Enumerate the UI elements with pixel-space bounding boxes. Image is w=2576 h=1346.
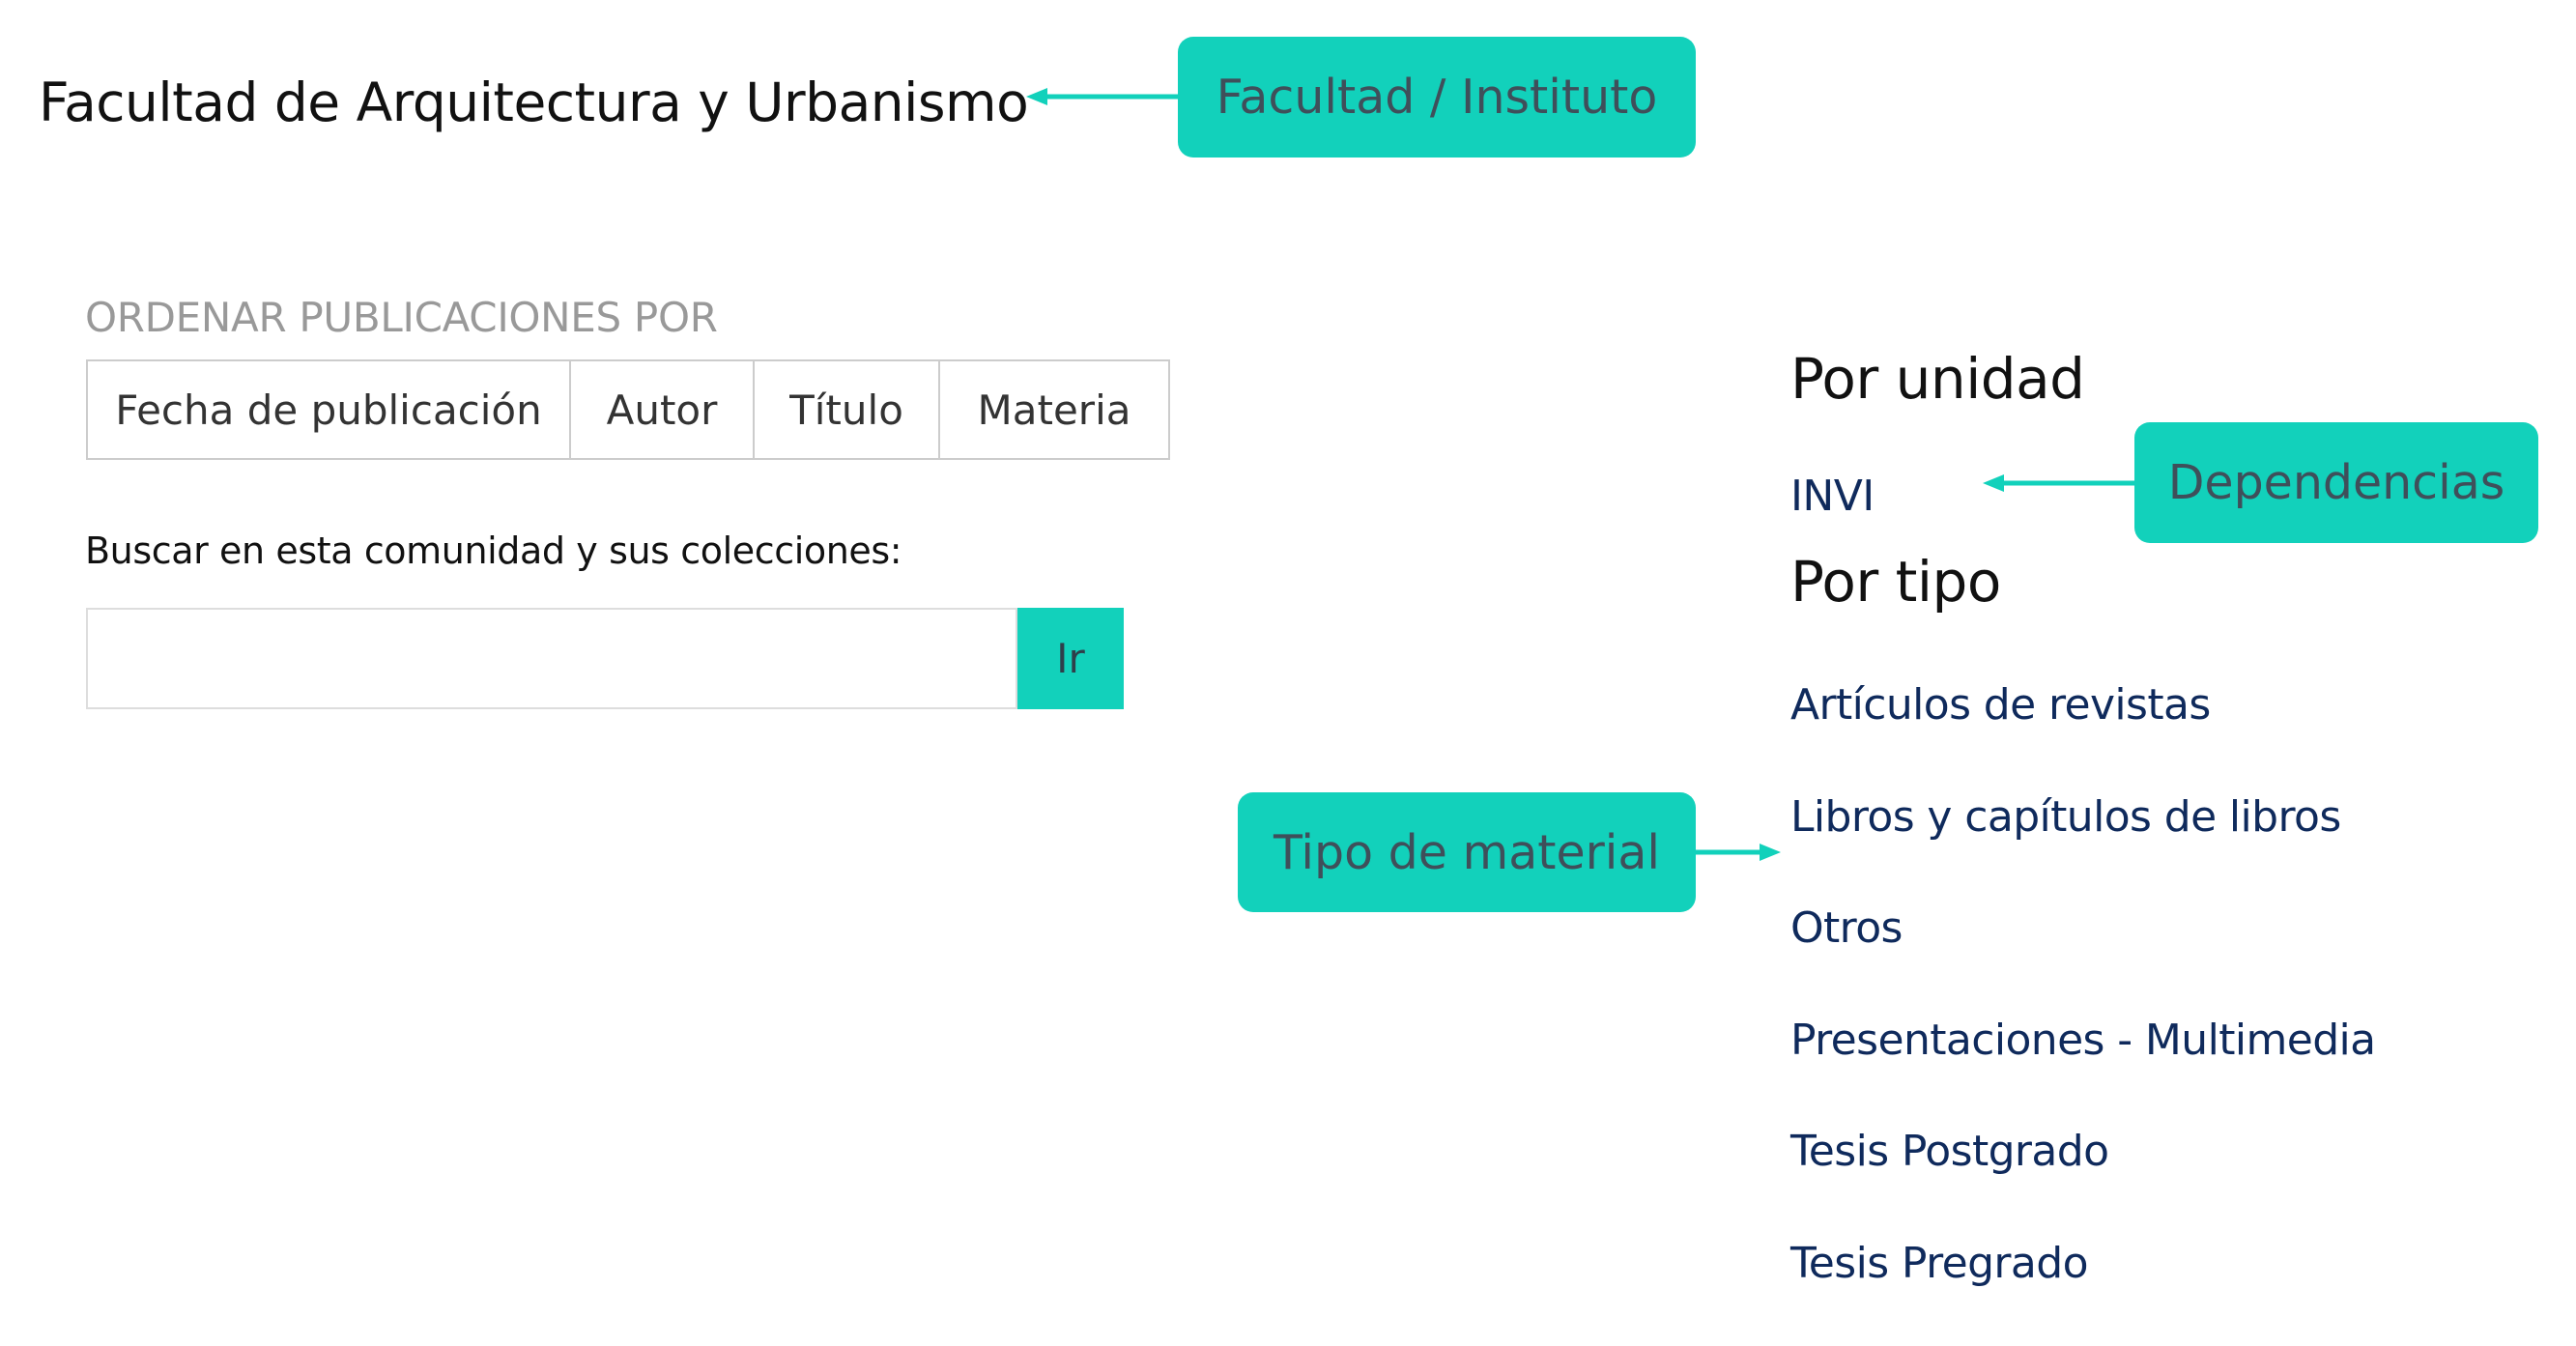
by-unit-heading: Por unidad: [1790, 346, 2084, 412]
sort-by-author-button[interactable]: Autor: [571, 361, 755, 458]
type-link-articulos[interactable]: Artículos de revistas: [1790, 676, 2376, 788]
arrow-to-tipo-links: [1696, 844, 1781, 861]
sort-button-group: Fecha de publicación Autor Título Materi…: [86, 359, 1170, 460]
arrow-to-invi: [1983, 474, 2134, 492]
callout-dependencias: Dependencias: [2134, 422, 2538, 543]
sort-by-date-button[interactable]: Fecha de publicación: [88, 361, 571, 458]
type-link-list: Artículos de revistas Libros y capítulos…: [1790, 676, 2376, 1346]
search-input[interactable]: [86, 608, 1017, 709]
callout-tipo-de-material: Tipo de material: [1238, 792, 1696, 912]
type-link-presentaciones[interactable]: Presentaciones - Multimedia: [1790, 1012, 2376, 1124]
search-label: Buscar en esta comunidad y sus coleccion…: [85, 530, 902, 572]
sort-by-subject-button[interactable]: Materia: [940, 361, 1168, 458]
type-link-otros[interactable]: Otros: [1790, 900, 2376, 1012]
sort-by-title-button[interactable]: Título: [755, 361, 940, 458]
type-link-tesis-postgrado[interactable]: Tesis Postgrado: [1790, 1123, 2376, 1235]
page-title: Facultad de Arquitectura y Urbanismo: [39, 72, 1028, 133]
arrow-to-title: [1026, 88, 1178, 105]
search-go-button[interactable]: Ir: [1017, 608, 1124, 709]
type-link-tesis-pregrado[interactable]: Tesis Pregrado: [1790, 1235, 2376, 1346]
callout-facultad-instituto: Facultad / Instituto: [1178, 37, 1696, 158]
type-link-libros[interactable]: Libros y capítulos de libros: [1790, 788, 2376, 901]
sort-heading: ORDENAR PUBLICACIONES POR: [85, 294, 718, 341]
unit-link-invi[interactable]: INVI: [1790, 472, 1875, 521]
by-type-heading: Por tipo: [1790, 549, 2001, 615]
